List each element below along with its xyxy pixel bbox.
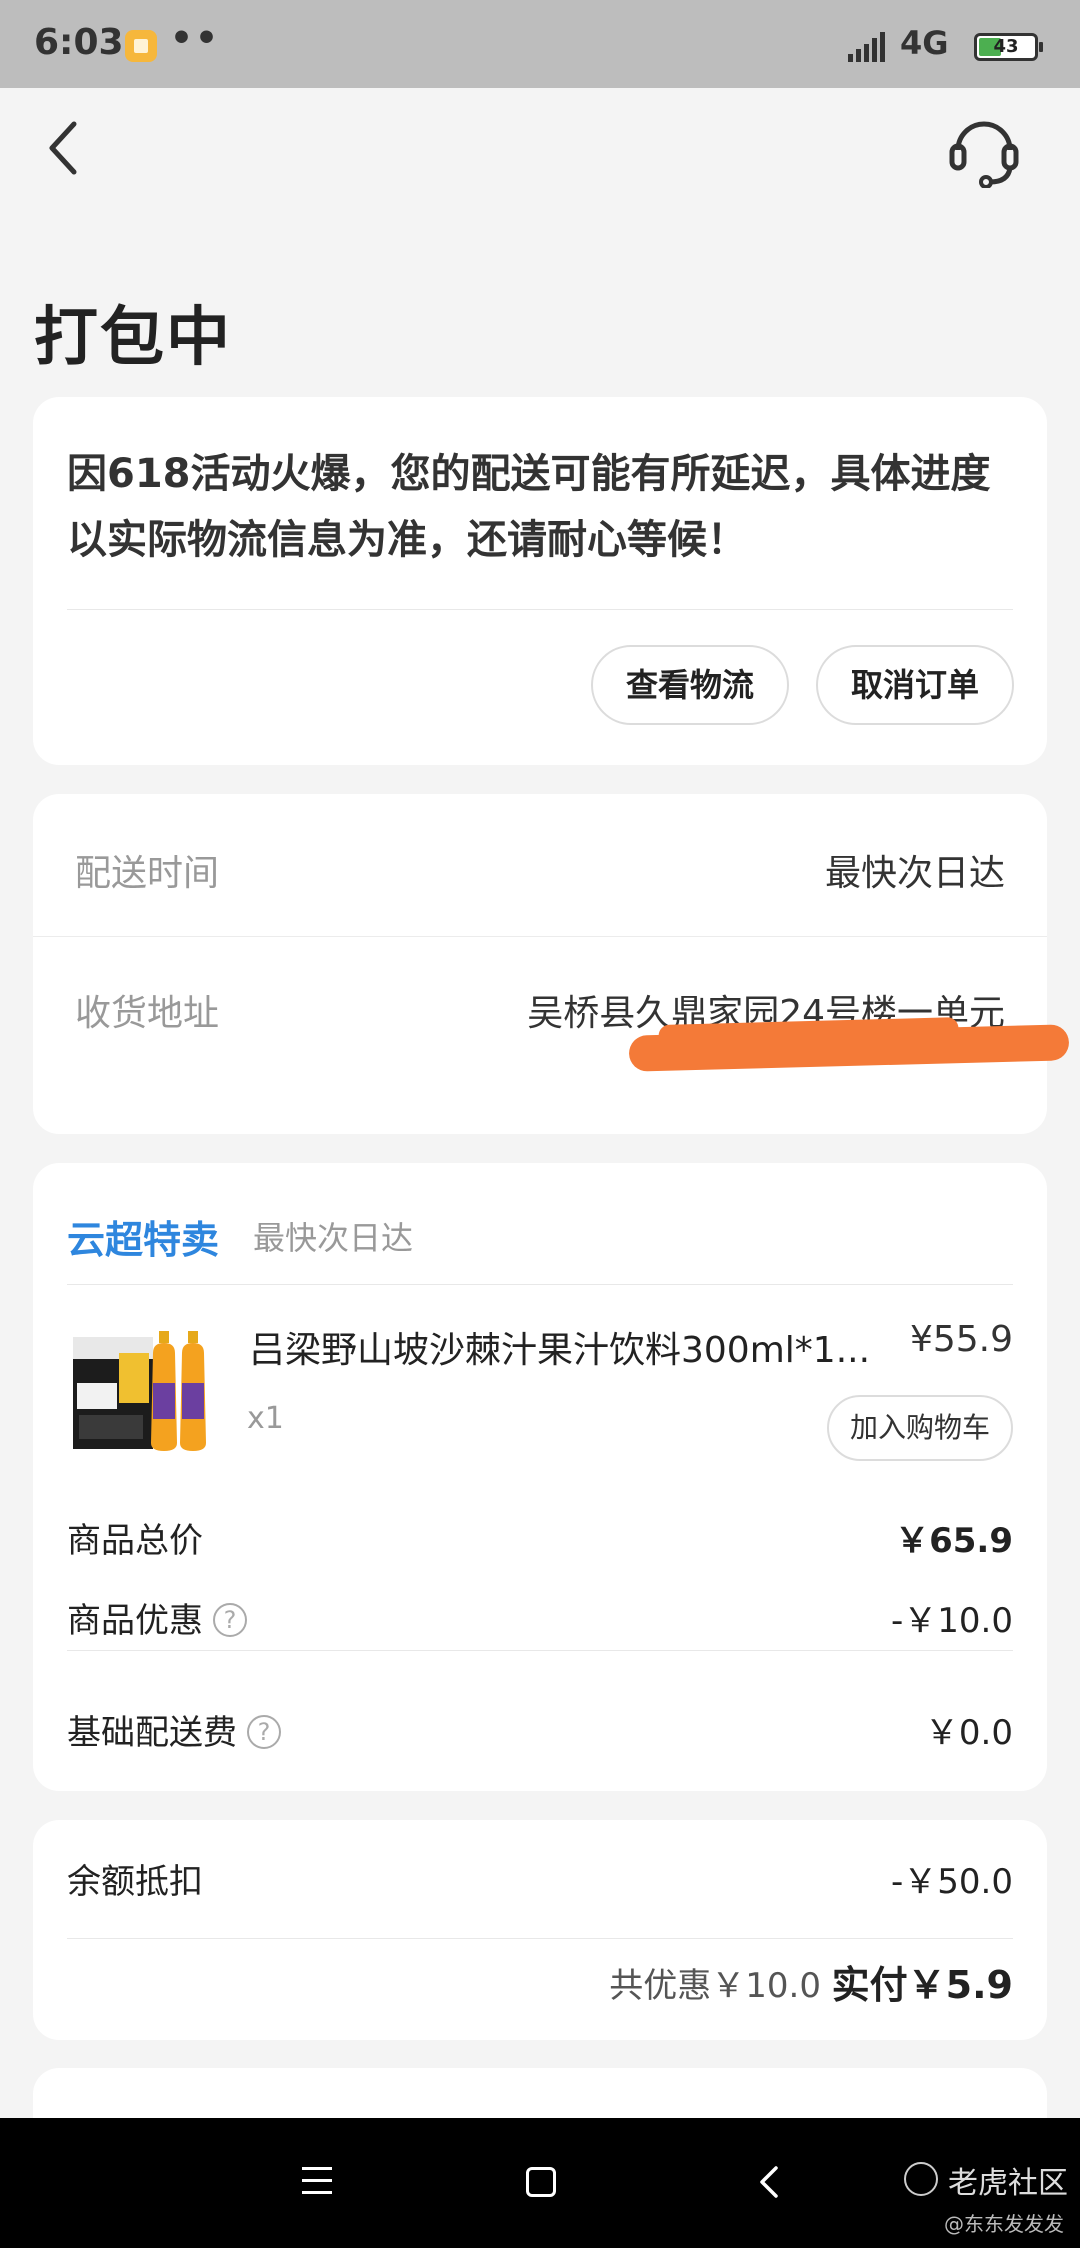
notice-card: 因618活动火爆，您的配送可能有所延迟，具体进度以实际物流信息为准，还请耐心等候… [33,397,1047,765]
signal-icon [848,32,888,62]
balance-value: -￥50.0 [891,1862,1013,1902]
store-delivery-tag: 最快次日达 [253,1219,414,1257]
divider [67,1938,1013,1939]
battery-level: 43 [993,36,1019,57]
back-icon[interactable] [754,2164,784,2200]
discount-value: -￥10.0 [891,1601,1013,1641]
page-title: 打包中 [34,301,232,375]
battery-icon: 43 [974,33,1043,61]
shipping-row: 基础配送费? ￥0.0 [67,1705,1013,1755]
status-time: 6:03 [34,22,124,63]
help-icon[interactable]: ? [247,1714,281,1749]
notification-app-icon [125,30,157,62]
total-savings: 共优惠￥10.0 [609,1966,821,2006]
help-icon[interactable]: ? [213,1602,247,1637]
order-items-card: 云超特卖 最快次日达 吕梁野山坡沙棘汁果汁饮料300ml*1... ¥55.9 … [33,1163,1047,1791]
subtotal-row: 商品总价 ￥65.9 [67,1513,1013,1563]
watermark-author: @东东发发发 [944,2212,1064,2236]
status-bar: 6:03 •• 4G 43 [0,0,1080,88]
shipping-label: 基础配送费 [67,1713,237,1753]
payment-card: 余额抵扣 -￥50.0 共优惠￥10.0 实付￥5.9 [33,1820,1047,2040]
subtotal-value: ￥65.9 [895,1521,1013,1561]
headset-icon[interactable] [948,112,1020,188]
network-type: 4G [900,24,949,62]
home-icon[interactable] [526,2167,556,2197]
balance-row: 余额抵扣 -￥50.0 [67,1854,1013,1904]
amount-paid: 实付￥5.9 [831,1963,1013,2007]
product-quantity: x1 [247,1401,284,1436]
store-name[interactable]: 云超特卖 [67,1209,219,1264]
subtotal-label: 商品总价 [67,1521,203,1561]
chevron-left-icon[interactable] [40,118,90,178]
product-image[interactable] [69,1323,225,1457]
shipping-label-wrap: 基础配送费? [67,1705,281,1754]
discount-label-wrap: 商品优惠? [67,1593,247,1642]
delay-notice: 因618活动火爆，您的配送可能有所延迟，具体进度以实际物流信息为准，还请耐心等候… [67,451,991,563]
add-to-cart-button[interactable]: 加入购物车 [827,1395,1013,1461]
shipping-value: ￥0.0 [924,1713,1013,1753]
watermark-logo-icon [904,2162,938,2196]
discount-row: 商品优惠? -￥10.0 [67,1593,1013,1643]
product-price: ¥55.9 [909,1319,1013,1360]
product-name[interactable]: 吕梁野山坡沙棘汁果汁饮料300ml*1... [249,1321,889,1373]
status-more-dots: •• [170,18,221,59]
delivery-info-card: 配送时间 最快次日达 收货地址 吴桥县久鼎家园24号楼一单元 [33,794,1070,1134]
divider [67,1284,1013,1285]
divider [67,609,1013,610]
discount-label: 商品优惠 [67,1601,203,1641]
cancel-order-button[interactable]: 取消订单 [816,645,1014,725]
delivery-time-row: 配送时间 最快次日达 [33,794,1047,934]
address-label: 收货地址 [75,993,220,1034]
watermark-site: 老虎社区 [948,2166,1068,2201]
delivery-time-value: 最快次日达 [824,853,1005,894]
menu-icon[interactable] [302,2167,332,2195]
view-logistics-button[interactable]: 查看物流 [591,645,789,725]
delivery-time-label: 配送时间 [75,853,220,894]
divider [67,1650,1013,1651]
system-nav-bar: 老虎社区 @东东发发发 [0,2118,1080,2248]
balance-label: 余额抵扣 [67,1862,203,1902]
